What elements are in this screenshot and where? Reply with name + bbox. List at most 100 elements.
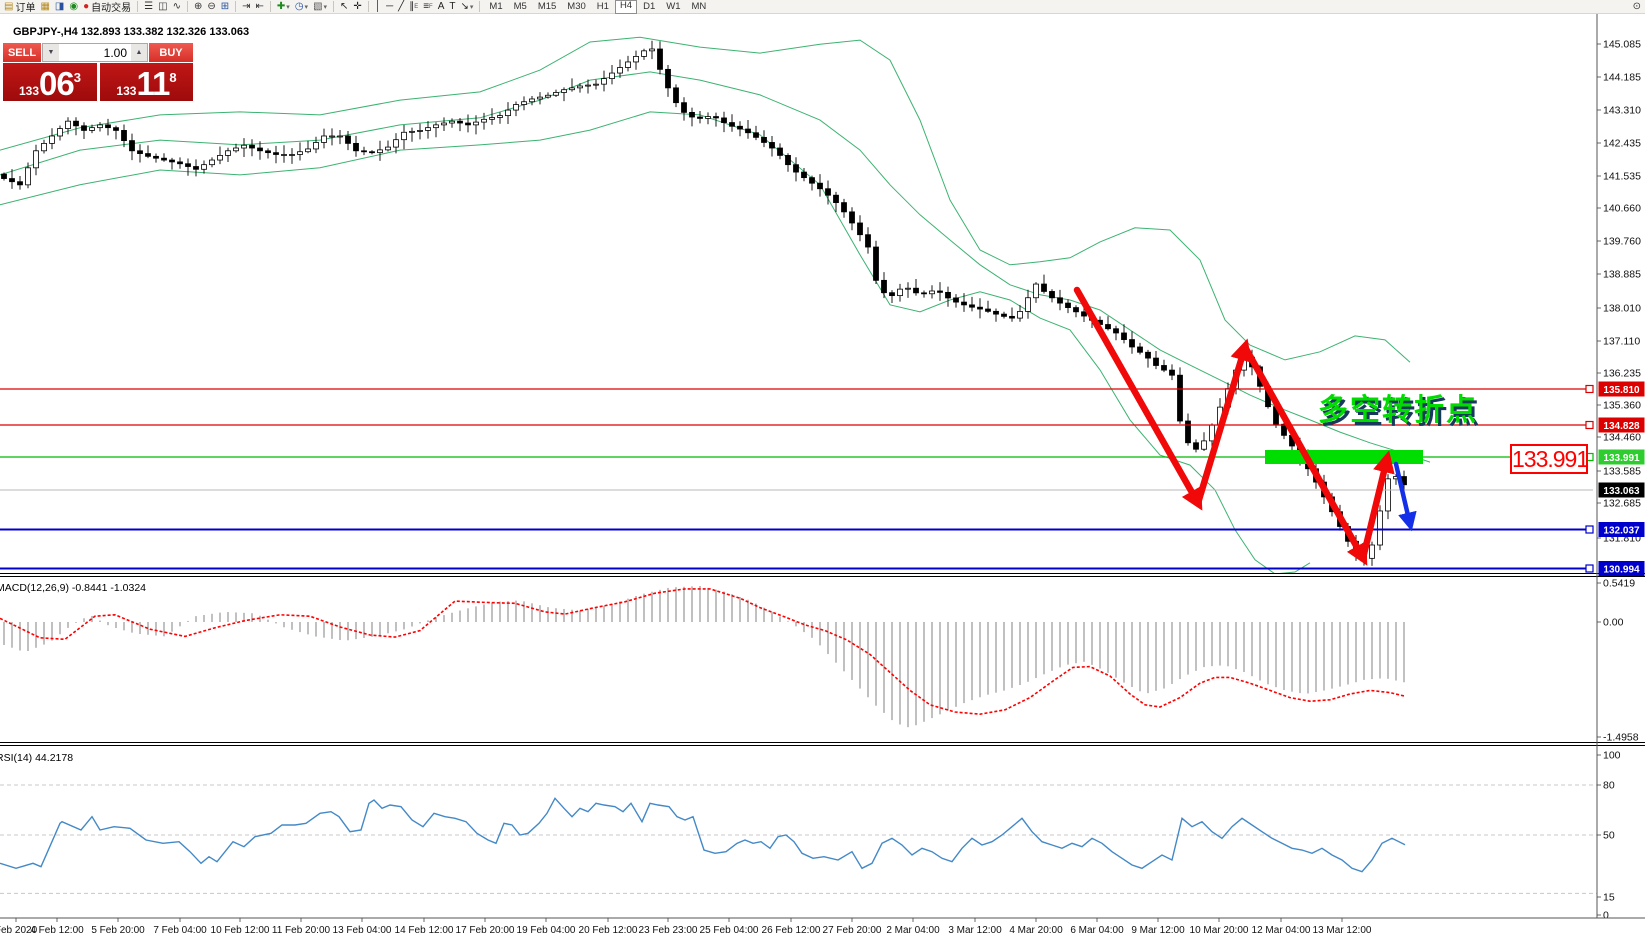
axis-tick-label: 135.360 — [1603, 400, 1641, 412]
buy-price-big: 11 — [136, 67, 169, 101]
chart-shift-icon[interactable]: ⇤ — [254, 1, 266, 13]
market-watch-icon[interactable]: ◨ — [53, 1, 66, 13]
trendline-icon: ╱ — [398, 1, 404, 13]
sell-button[interactable]: SELL — [3, 43, 41, 62]
one-click-trading-widget: SELL ▼ ▲ BUY 133063 133118 — [3, 43, 193, 101]
arrows-icon[interactable]: ↘▾ — [459, 1, 476, 13]
price-badge-130.994: 130.994 — [1599, 561, 1645, 576]
svg-text:132.037: 132.037 — [1603, 525, 1640, 536]
hline-handle[interactable] — [1586, 526, 1593, 533]
time-tick-label: 7 Feb 04:00 — [153, 925, 207, 936]
time-tick-label: 19 Feb 04:00 — [517, 925, 576, 936]
timeframe-button-m5[interactable]: M5 — [509, 1, 532, 13]
volume-increase-button[interactable]: ▲ — [131, 44, 147, 61]
price-axis[interactable]: 145.085144.185143.310142.435141.535140.6… — [1597, 14, 1645, 922]
periods-clock-icon: ◷ — [295, 1, 304, 13]
vertical-line-icon[interactable]: │ — [373, 1, 383, 13]
new-order-button[interactable]: ▤订单 — [2, 1, 37, 13]
sell-price-panel[interactable]: 133063 — [3, 63, 97, 101]
chart-window-icon[interactable]: ▦ — [38, 1, 51, 13]
timeframe-button-mn[interactable]: MN — [687, 1, 712, 13]
candlestick-chart-icon[interactable]: ◫ — [156, 1, 169, 13]
timeframe-button-d1[interactable]: D1 — [638, 1, 660, 13]
new-chart-icon[interactable]: ✚▾ — [275, 1, 292, 13]
hline-132.037[interactable] — [0, 526, 1593, 533]
crosshair-icon[interactable]: ✛ — [351, 1, 363, 13]
chart-shift-icon: ⇤ — [256, 1, 264, 13]
hline-handle[interactable] — [1586, 386, 1593, 393]
channel-icon[interactable]: ∥E — [407, 1, 420, 13]
axis-tick-label: 0.5419 — [1603, 578, 1635, 590]
auto-scroll-icon: ⇥ — [242, 1, 250, 13]
hline-130.994[interactable] — [0, 565, 1593, 572]
trendline-icon[interactable]: ╱ — [396, 1, 406, 13]
timeframe-button-m1[interactable]: M1 — [484, 1, 507, 13]
fibonacci-icon[interactable]: ≡F — [421, 1, 435, 13]
zoom-in-icon[interactable]: ⊕ — [192, 1, 204, 13]
autotrade-button[interactable]: ●自动交易 — [81, 1, 133, 13]
tile-windows-icon[interactable]: ⊞ — [219, 1, 231, 13]
sell-price-big: 06 — [39, 67, 74, 101]
blue-down-arrow[interactable] — [1396, 464, 1410, 524]
toolbar-separator — [333, 1, 334, 12]
hline-handle[interactable] — [1586, 422, 1593, 429]
svg-text:135.810: 135.810 — [1603, 385, 1640, 396]
timeframe-button-h1[interactable]: H1 — [592, 1, 614, 13]
periods-clock-icon[interactable]: ◷▾ — [293, 1, 310, 13]
text-icon[interactable]: A — [436, 1, 447, 13]
auto-scroll-icon[interactable]: ⇥ — [240, 1, 252, 13]
macd-signal-line — [0, 589, 1405, 714]
rsi-pane[interactable]: RSI(14) 44.2178 — [0, 752, 1597, 893]
vertical-line-icon: │ — [375, 1, 381, 13]
symbol-ohlc-header: GBPJPY-,H4 132.893 133.382 132.326 133.0… — [13, 26, 249, 38]
axis-tick-label: 0 — [1603, 910, 1609, 922]
svg-text:134.828: 134.828 — [1603, 421, 1640, 432]
volume-decrease-button[interactable]: ▼ — [43, 44, 59, 61]
timeframe-button-m15[interactable]: M15 — [533, 1, 561, 13]
buy-price-sup: 8 — [169, 63, 176, 93]
signal-icon[interactable]: ◉ — [67, 1, 80, 13]
text-label-icon[interactable]: T — [447, 1, 457, 13]
timeframe-button-h4[interactable]: H4 — [615, 0, 637, 14]
sell-price-sup: 3 — [74, 63, 81, 93]
timeframe-button-m30[interactable]: M30 — [562, 1, 590, 13]
zoom-in-icon: ⊕ — [194, 1, 202, 13]
svg-text:133.991: 133.991 — [1603, 453, 1640, 464]
price-chart[interactable]: MACD(12,26,9) -0.8441 -1.0324 RSI(14) 44.… — [0, 0, 1645, 942]
axis-tick-label: 100 — [1603, 750, 1621, 762]
new-chart-icon-dropdown[interactable]: ▾ — [286, 3, 290, 11]
time-tick-label: 13 Mar 12:00 — [1313, 925, 1372, 936]
time-axis[interactable]: Feb 20204 Feb 12:005 Feb 20:007 Feb 04:0… — [0, 918, 1645, 936]
periods-clock-icon-dropdown[interactable]: ▾ — [305, 3, 309, 11]
cursor-icon[interactable]: ↖ — [338, 1, 350, 13]
svg-text:130.994: 130.994 — [1603, 564, 1640, 575]
autotrade-button: ● — [83, 1, 89, 13]
ohlc-bars-icon: ☰ — [144, 1, 153, 13]
main-price-pane[interactable] — [0, 37, 1593, 574]
time-tick-label: 3 Mar 12:00 — [948, 925, 1002, 936]
volume-input[interactable] — [59, 44, 131, 61]
ohlc-bars-icon[interactable]: ☰ — [142, 1, 155, 13]
hline-handle[interactable] — [1586, 565, 1593, 572]
templates-icon-dropdown[interactable]: ▾ — [324, 3, 328, 11]
timeframe-button-w1[interactable]: W1 — [661, 1, 685, 13]
support-zone-bar[interactable] — [1265, 450, 1423, 464]
arrows-icon-dropdown[interactable]: ▾ — [470, 3, 474, 11]
volume-stepper[interactable]: ▼ ▲ — [42, 43, 148, 62]
buy-button[interactable]: BUY — [149, 43, 193, 62]
time-tick-label: 10 Mar 20:00 — [1190, 925, 1249, 936]
turning-point-annotation[interactable]: 多空转折点 — [1318, 385, 1478, 429]
time-tick-label: 25 Feb 04:00 — [700, 925, 759, 936]
autotrade-button-label: 自动交易 — [91, 0, 131, 14]
macd-pane[interactable]: MACD(12,26,9) -0.8441 -1.0324 — [0, 582, 1405, 727]
axis-tick-label: 138.010 — [1603, 303, 1641, 315]
line-chart-icon[interactable]: ∿ — [171, 1, 183, 13]
search-icon[interactable]: ⊙ — [1631, 1, 1643, 13]
price-callout-box[interactable]: 133.991 — [1510, 444, 1588, 474]
templates-icon[interactable]: ▧▾ — [311, 1, 329, 13]
zoom-out-icon[interactable]: ⊖ — [205, 1, 217, 13]
axis-tick-label: 50 — [1603, 830, 1615, 842]
horizontal-line-icon[interactable]: ─ — [384, 1, 395, 13]
time-tick-label: 12 Mar 04:00 — [1252, 925, 1311, 936]
buy-price-panel[interactable]: 133118 — [100, 63, 193, 101]
